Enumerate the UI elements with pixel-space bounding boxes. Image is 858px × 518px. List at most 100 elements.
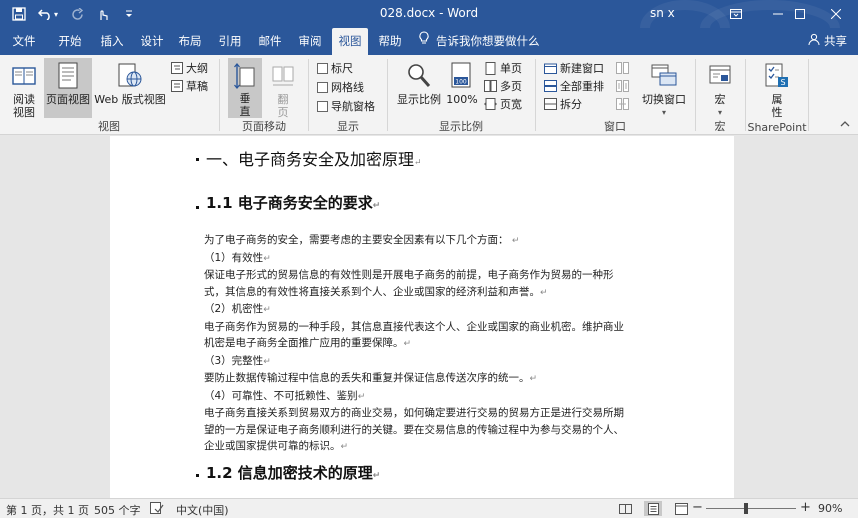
tab-help[interactable]: 帮助 xyxy=(370,28,410,55)
vertical-button[interactable]: 垂 直 xyxy=(228,58,262,118)
switch-windows-icon xyxy=(650,61,678,91)
zoom-out-button[interactable]: − xyxy=(692,500,703,515)
tab-layout[interactable]: 布局 xyxy=(170,28,210,55)
properties-label-2: 性 xyxy=(771,106,783,119)
window-group: 新建窗口 全部重排 拆分 切换窗口 ▾ 窗口 xyxy=(536,55,694,135)
paragraph-mark: ↵ xyxy=(340,442,349,452)
print-layout-label: 页面视图 xyxy=(46,93,90,106)
tab-home[interactable]: 开始 xyxy=(50,28,90,55)
read-mode-button[interactable]: 阅读 视图 xyxy=(6,58,42,119)
ruler-label: 标尺 xyxy=(331,62,353,75)
line-text: （4）可靠性、不可抵赖性、鉴别 xyxy=(204,389,358,402)
draft-label: 草稿 xyxy=(186,80,208,93)
view-side-by-side-icon[interactable] xyxy=(616,59,629,77)
line-text: 电子商务作为贸易的一种手段，其信息直接代表这个人、企业或国家的商业机密。维护商业 xyxy=(204,320,624,333)
ruler-check[interactable] xyxy=(317,62,328,74)
heading-2-text: 1.1 电子商务安全的要求 xyxy=(206,194,373,212)
word-count[interactable]: 505 个字 xyxy=(94,502,141,518)
split-button[interactable]: 拆分 xyxy=(544,95,582,113)
reset-window-position-icon[interactable] xyxy=(616,95,629,113)
tell-me-text: 告诉我你想要做什么 xyxy=(436,34,540,48)
svg-text:100: 100 xyxy=(455,79,467,86)
tab-design[interactable]: 设计 xyxy=(132,28,172,55)
read-mode-view-icon[interactable] xyxy=(616,501,634,516)
line-text: （2）机密性 xyxy=(204,303,264,315)
macros-button[interactable]: 宏 ▾ xyxy=(704,58,736,119)
new-window-button[interactable]: 新建窗口 xyxy=(544,59,604,77)
zoom-button[interactable]: 显示比例 xyxy=(394,58,444,106)
tab-file[interactable]: 文件 xyxy=(4,28,44,55)
zoom-in-button[interactable]: + xyxy=(800,500,811,515)
tab-insert[interactable]: 插入 xyxy=(92,28,132,55)
body-text[interactable]: 为了电子商务的安全，需要考虑的主要安全因素有以下几个方面： ↵ （1）有效性↵ … xyxy=(204,232,644,456)
synchronous-scrolling-icon[interactable] xyxy=(616,77,629,95)
document-page[interactable]: 一、电子商务安全及加密原理↵ 1.1 电子商务安全的要求↵ 为了电子商务的安全，… xyxy=(110,136,734,498)
heading-2-encryption[interactable]: 1.2 信息加密技术的原理↵ xyxy=(206,462,380,483)
page-count[interactable]: 第 1 页，共 1 页 xyxy=(6,502,89,518)
zoom-100-button[interactable]: 100 100% xyxy=(446,58,478,106)
side-to-side-icon xyxy=(269,61,297,91)
switch-windows-button[interactable]: 切换窗口 ▾ xyxy=(636,58,692,119)
views-group: 阅读 视图 页面视图 Web 版式视图 大纲 草稿 视图 xyxy=(0,55,218,135)
properties-button[interactable]: S 属 性 xyxy=(760,58,794,119)
paragraph-mark: ↵ xyxy=(372,201,381,211)
draft-icon xyxy=(170,80,183,93)
share-button[interactable]: 共享 xyxy=(808,28,847,55)
body-line: 式，其信息的有效性将直接关系到个人、企业或国家的经济利益和声誉。↵ xyxy=(204,284,644,302)
gridlines-checkbox[interactable]: 网格线 xyxy=(317,78,364,96)
body-line: （3）完整性↵ xyxy=(204,353,644,371)
show-group-label: 显示 xyxy=(337,120,359,133)
zoom-group: 显示比例 100 100% 单页 多页 页宽 显示比例 xyxy=(388,55,534,135)
line-text: 电子商务直接关系到贸易双方的商业交易，如何确定要进行交易的贸易方正是进行交易所期 xyxy=(204,407,624,419)
switch-windows-label: 切换窗口 xyxy=(642,93,686,106)
zoom-group-label: 显示比例 xyxy=(439,120,483,133)
print-layout-view-icon[interactable] xyxy=(644,501,662,516)
outline-icon xyxy=(170,62,183,75)
outline-button[interactable]: 大纲 xyxy=(170,59,208,77)
macros-group-label: 宏 xyxy=(714,120,726,133)
macros-group: 宏 ▾ 宏 xyxy=(696,55,744,135)
draft-button[interactable]: 草稿 xyxy=(170,77,208,95)
tab-references[interactable]: 引用 xyxy=(210,28,250,55)
book-icon xyxy=(10,61,38,91)
new-window-icon xyxy=(544,62,557,75)
nav-pane-checkbox[interactable]: 导航窗格 xyxy=(317,97,375,115)
body-line: （1）有效性↵ xyxy=(204,250,644,268)
side-to-side-button[interactable]: 翻 页 xyxy=(266,58,300,119)
vertical-scrollbar[interactable] xyxy=(846,136,858,498)
multiple-pages-button[interactable]: 多页 xyxy=(484,77,522,95)
heading-1[interactable]: 一、电子商务安全及加密原理↵ xyxy=(206,146,422,170)
globe-page-icon xyxy=(116,61,144,91)
line-text: 望的一方是保证电子商务顺利进行的关键。要在交易信息的传输过程中为参与交易的个人、 xyxy=(204,423,624,436)
close-icon[interactable] xyxy=(814,0,858,28)
language[interactable]: 中文(中国) xyxy=(176,502,229,518)
zoom-slider[interactable] xyxy=(706,508,796,509)
web-layout-view-icon[interactable] xyxy=(672,501,690,516)
proofing-icon[interactable] xyxy=(150,502,164,517)
web-layout-button[interactable]: Web 版式视图 xyxy=(94,58,166,106)
print-layout-button[interactable]: 页面视图 xyxy=(44,58,92,118)
properties-label-1: 属 xyxy=(771,93,783,106)
tell-me-box[interactable]: 告诉我你想要做什么 xyxy=(418,28,540,55)
collapse-ribbon-icon[interactable] xyxy=(840,119,850,130)
user-name[interactable]: sn x xyxy=(650,6,675,20)
ribbon-display-options-icon[interactable] xyxy=(714,0,758,28)
zoom-slider-thumb[interactable] xyxy=(744,503,748,514)
line-text: （3）完整性 xyxy=(204,354,264,367)
tab-mailings[interactable]: 邮件 xyxy=(250,28,290,55)
ruler-checkbox[interactable]: 标尺 xyxy=(317,59,353,77)
svg-text:S: S xyxy=(780,78,785,87)
group-separator xyxy=(808,59,809,131)
page-width-button[interactable]: 页宽 xyxy=(484,95,522,113)
zoom-level[interactable]: 90% xyxy=(818,502,842,515)
gridlines-check[interactable] xyxy=(317,81,328,93)
one-page-button[interactable]: 单页 xyxy=(484,59,522,77)
body-line: 机密是电子商务全面推广应用的重要保障。↵ xyxy=(204,335,644,353)
tab-review[interactable]: 审阅 xyxy=(290,28,330,55)
nav-pane-check[interactable] xyxy=(317,100,328,112)
vertical-label-1: 垂 xyxy=(239,92,251,105)
arrange-all-button[interactable]: 全部重排 xyxy=(544,77,604,95)
heading-2-requirements[interactable]: 1.1 电子商务安全的要求↵ xyxy=(206,192,380,213)
tab-view[interactable]: 视图 xyxy=(332,28,368,55)
paragraph-mark: ↵ xyxy=(414,158,422,168)
